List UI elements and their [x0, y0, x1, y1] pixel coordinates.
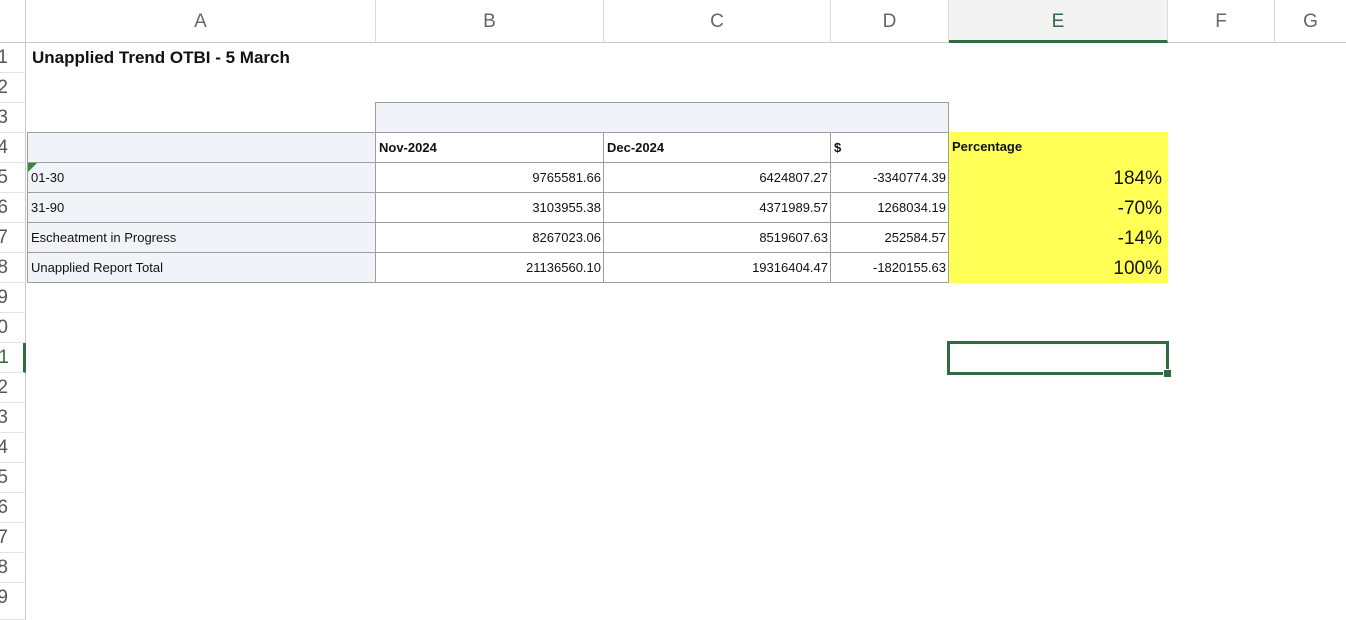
column-header-c[interactable]: C	[604, 0, 831, 43]
fill-handle[interactable]	[1163, 369, 1172, 378]
column-header-e[interactable]: E	[949, 0, 1168, 43]
row-number: 7	[0, 223, 8, 252]
dec-value[interactable]: 8519607.63	[603, 222, 831, 253]
percentage-value[interactable]: -14%	[949, 222, 1168, 253]
header-label-cell[interactable]	[27, 132, 376, 163]
delta-value[interactable]: -1820155.63	[830, 252, 949, 283]
row-header-6[interactable]: 6	[0, 193, 26, 223]
row-label[interactable]: 01-30	[27, 162, 376, 193]
row-number: 15	[0, 463, 8, 492]
header-percentage[interactable]: Percentage	[949, 132, 1168, 163]
percentage-value[interactable]: 184%	[949, 162, 1168, 193]
row-number: 3	[0, 103, 8, 132]
row-number: 8	[0, 253, 8, 282]
row-header-5[interactable]: 5	[0, 163, 26, 193]
row-number: 18	[0, 553, 8, 582]
row-header-7[interactable]: 7	[0, 223, 26, 253]
row-header-17[interactable]: 17	[0, 523, 26, 553]
row-number: 11	[0, 343, 9, 372]
row-number: 2	[0, 73, 8, 102]
percentage-value[interactable]: -70%	[949, 192, 1168, 223]
row-header-8[interactable]: 8	[0, 253, 26, 283]
dec-value[interactable]: 19316404.47	[603, 252, 831, 283]
comment-indicator-icon	[28, 163, 37, 172]
percentage-value[interactable]: 100%	[949, 252, 1168, 283]
row-number: 1	[0, 43, 8, 72]
active-cell-selection[interactable]	[947, 341, 1169, 375]
row-number: 12	[0, 373, 8, 402]
row-number: 19	[0, 583, 8, 613]
row-number: 4	[0, 133, 8, 162]
row-header-1[interactable]: 1	[0, 43, 26, 73]
row-number: 5	[0, 163, 8, 192]
delta-value[interactable]: 1268034.19	[830, 192, 949, 223]
merged-header-band[interactable]	[375, 102, 949, 133]
header-delta[interactable]: $	[830, 132, 949, 163]
row-number: 13	[0, 403, 8, 432]
row-header-9[interactable]: 9	[0, 283, 26, 313]
header-nov[interactable]: Nov-2024	[375, 132, 604, 163]
row-header-3[interactable]: 3	[0, 103, 26, 133]
row-header-13[interactable]: 13	[0, 403, 26, 433]
row-number: 17	[0, 523, 8, 552]
row-label[interactable]: 31-90	[27, 192, 376, 223]
row-header-10[interactable]: 10	[0, 313, 26, 343]
row-number: 10	[0, 313, 8, 342]
delta-value[interactable]: 252584.57	[830, 222, 949, 253]
column-header-g[interactable]: G	[1275, 0, 1346, 43]
header-dec[interactable]: Dec-2024	[603, 132, 831, 163]
dec-value[interactable]: 4371989.57	[603, 192, 831, 223]
row-header-18[interactable]: 18	[0, 553, 26, 583]
nov-value[interactable]: 8267023.06	[375, 222, 604, 253]
column-header-a[interactable]: A	[26, 0, 376, 43]
column-header-b[interactable]: B	[376, 0, 604, 43]
row-header-12[interactable]: 12	[0, 373, 26, 403]
row-header-16[interactable]: 16	[0, 493, 26, 523]
nov-value[interactable]: 21136560.10	[375, 252, 604, 283]
select-all-corner[interactable]	[0, 0, 26, 43]
row-label[interactable]: Unapplied Report Total	[27, 252, 376, 283]
column-header-f[interactable]: F	[1168, 0, 1275, 43]
nov-value[interactable]: 3103955.38	[375, 192, 604, 223]
row-header-11[interactable]: 11	[0, 343, 26, 373]
row-header-19[interactable]: 19	[0, 583, 26, 620]
row-header-4[interactable]: 4	[0, 133, 26, 163]
row-header-15[interactable]: 15	[0, 463, 26, 493]
row-number: 16	[0, 493, 8, 522]
row-label[interactable]: Escheatment in Progress	[27, 222, 376, 253]
row-header-2[interactable]: 2	[0, 73, 26, 103]
row-number: 14	[0, 433, 8, 462]
delta-value[interactable]: -3340774.39	[830, 162, 949, 193]
dec-value[interactable]: 6424807.27	[603, 162, 831, 193]
row-number: 6	[0, 193, 8, 222]
nov-value[interactable]: 9765581.66	[375, 162, 604, 193]
row-header-14[interactable]: 14	[0, 433, 26, 463]
row-number: 9	[0, 283, 8, 312]
sheet-title[interactable]: Unapplied Trend OTBI - 5 March	[32, 43, 432, 73]
column-header-d[interactable]: D	[831, 0, 949, 43]
